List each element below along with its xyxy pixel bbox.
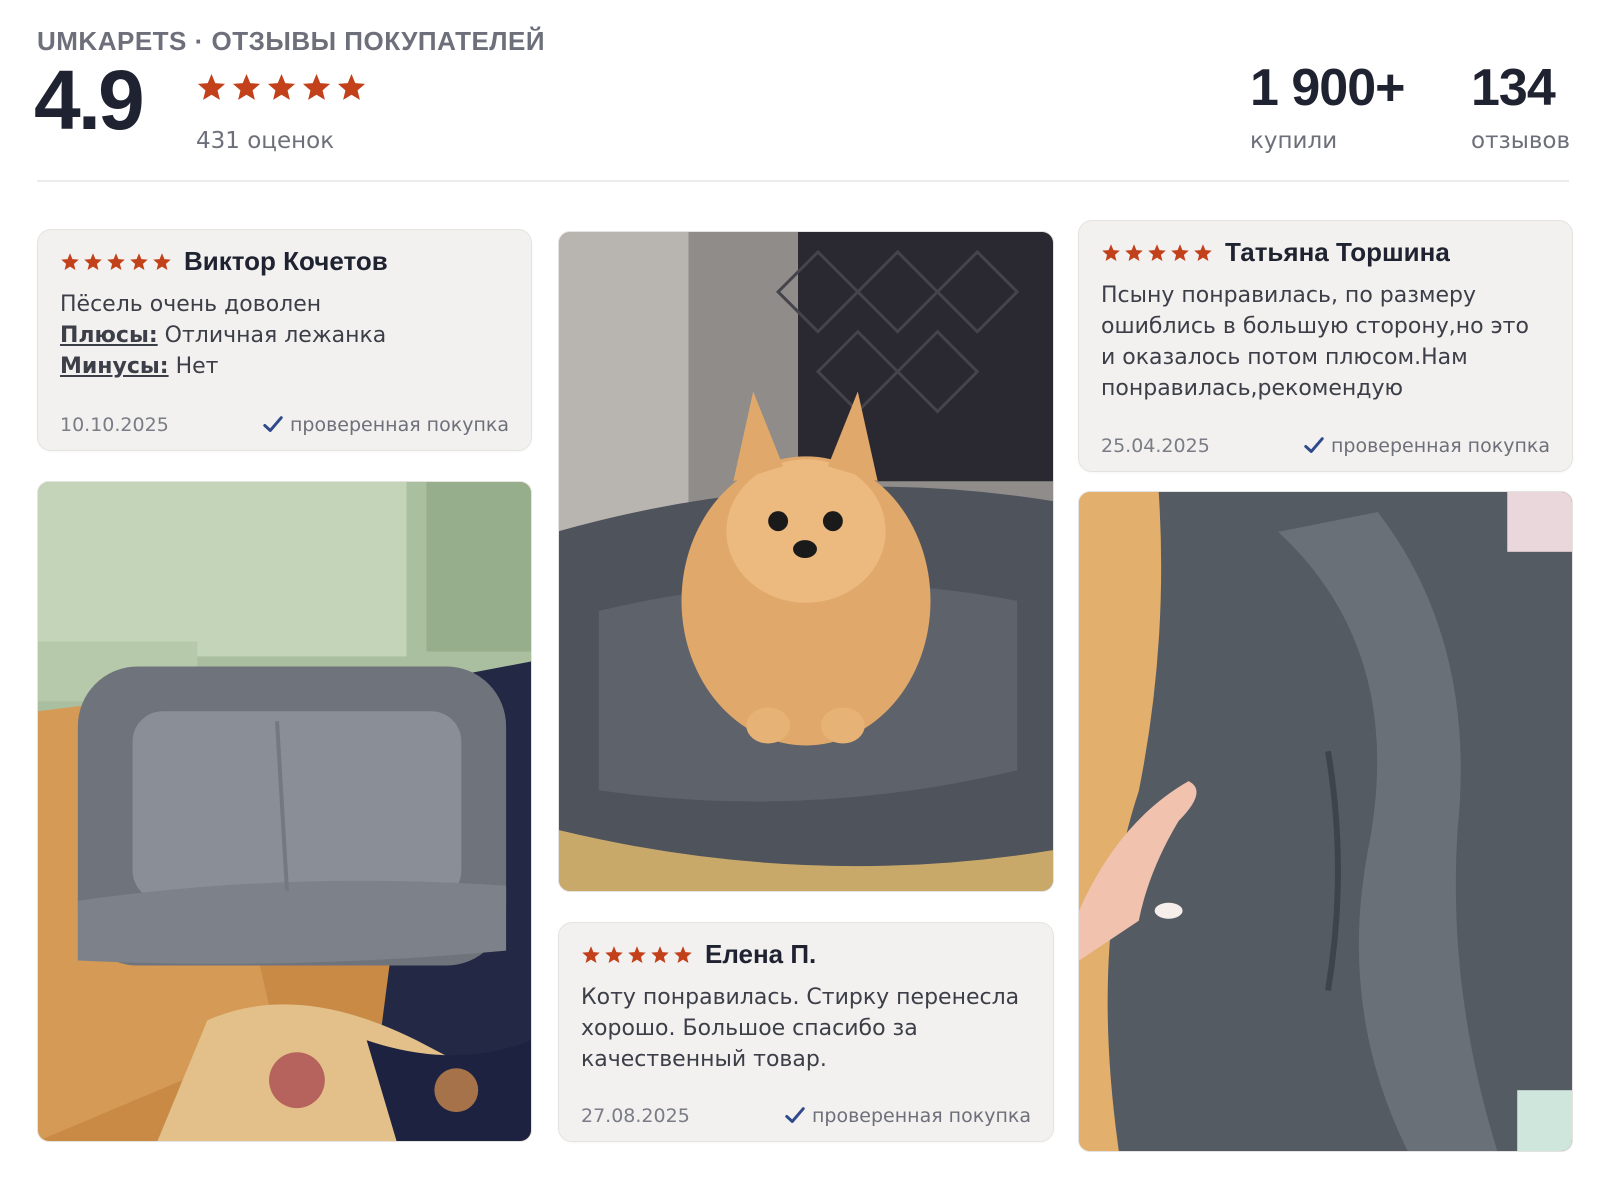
rating-stars [196,72,367,103]
star-icon [337,73,366,100]
review-footer: 25.04.2025 проверенная покупка [1101,435,1550,457]
review-cons: Минусы: Нет [60,351,509,382]
review-stars [60,252,172,272]
review-body: Пёсель очень доволен Плюсы: Отличная леж… [60,289,509,382]
star-icon [1148,243,1166,261]
verified-label: проверенная покупка [289,414,509,436]
review-footer: 27.08.2025 проверенная покупка [581,1105,1031,1127]
star-icon [153,252,171,270]
pros-text: Отличная лежанка [164,323,387,348]
star-icon [582,945,600,963]
review-card: Татьяна Торшина Псыну понравилась, по ра… [1078,220,1573,472]
star-icon [267,73,296,100]
review-card-header: Татьяна Торшина [1101,237,1550,268]
star-icon [651,945,669,963]
stat-bought-value: 1 900+ [1250,59,1405,117]
review-photo-dog-bed[interactable] [37,481,532,1142]
review-author[interactable]: Елена П. [705,939,816,970]
star-icon [1102,243,1120,261]
rating-count: 431 оценок [196,128,335,154]
review-author[interactable]: Виктор Кочетов [184,246,388,277]
stat-reviews: 134 отзывов [1471,62,1570,154]
review-author[interactable]: Татьяна Торшина [1225,237,1450,268]
photo-dog-bed-image [38,482,531,1141]
review-pros: Плюсы: Отличная лежанка [60,320,509,351]
star-icon [605,945,623,963]
cons-text: Нет [175,354,219,379]
pros-label: Плюсы: [60,323,158,348]
review-card-header: Виктор Кочетов [60,246,509,277]
star-icon [197,73,226,100]
star-icon [1194,243,1212,261]
review-card-header: Елена П. [581,939,1031,970]
star-icon [61,252,79,270]
verified-badge: проверенная покупка [784,1105,1031,1127]
verified-badge: проверенная покупка [1303,435,1550,457]
review-photo-fabric[interactable] [1078,491,1573,1152]
checkmark-icon [785,1107,805,1123]
star-icon [84,252,102,270]
review-footer: 10.10.2025 проверенная покупка [60,414,509,436]
stat-bought-label: купили [1250,128,1338,154]
review-stars [1101,243,1213,263]
review-text: Псыну понравилась, по размеру ошиблись в… [1101,283,1529,401]
star-icon [130,252,148,270]
review-text: Пёсель очень доволен [60,292,322,317]
stat-bought: 1 900+ купили [1250,62,1405,154]
cons-label: Минусы: [60,354,169,379]
star-icon [674,945,692,963]
star-icon [107,252,125,270]
verified-label: проверенная покупка [811,1105,1031,1127]
review-card: Елена П. Коту понравилась. Стирку перене… [558,922,1054,1142]
checkmark-icon [263,416,283,432]
stat-reviews-label: отзывов [1471,128,1571,154]
review-date: 27.08.2025 [581,1105,690,1127]
photo-fabric-image [1079,492,1572,1151]
star-icon [628,945,646,963]
review-date: 25.04.2025 [1101,435,1210,457]
star-icon [232,73,261,100]
review-stars [581,945,693,965]
average-rating: 4.9 [34,53,145,147]
review-date: 10.10.2025 [60,414,169,436]
verified-label: проверенная покупка [1330,435,1550,457]
review-text: Коту понравилась. Стирку перенесла хорош… [581,985,1020,1072]
reviews-page: UMKAPETS · ОТЗЫВЫ ПОКУПАТЕЛЕЙ 4.9 431 оц… [0,0,1600,1200]
star-icon [1171,243,1189,261]
checkmark-icon [1304,437,1324,453]
review-card: Виктор Кочетов Пёсель очень доволен Плюс… [37,229,532,451]
verified-badge: проверенная покупка [262,414,509,436]
star-icon [1125,243,1143,261]
header-divider [37,180,1569,182]
review-photo-pomeranian[interactable] [558,231,1054,892]
stat-reviews-value: 134 [1471,59,1556,117]
photo-pomeranian-image [559,232,1053,891]
star-icon [302,73,331,100]
